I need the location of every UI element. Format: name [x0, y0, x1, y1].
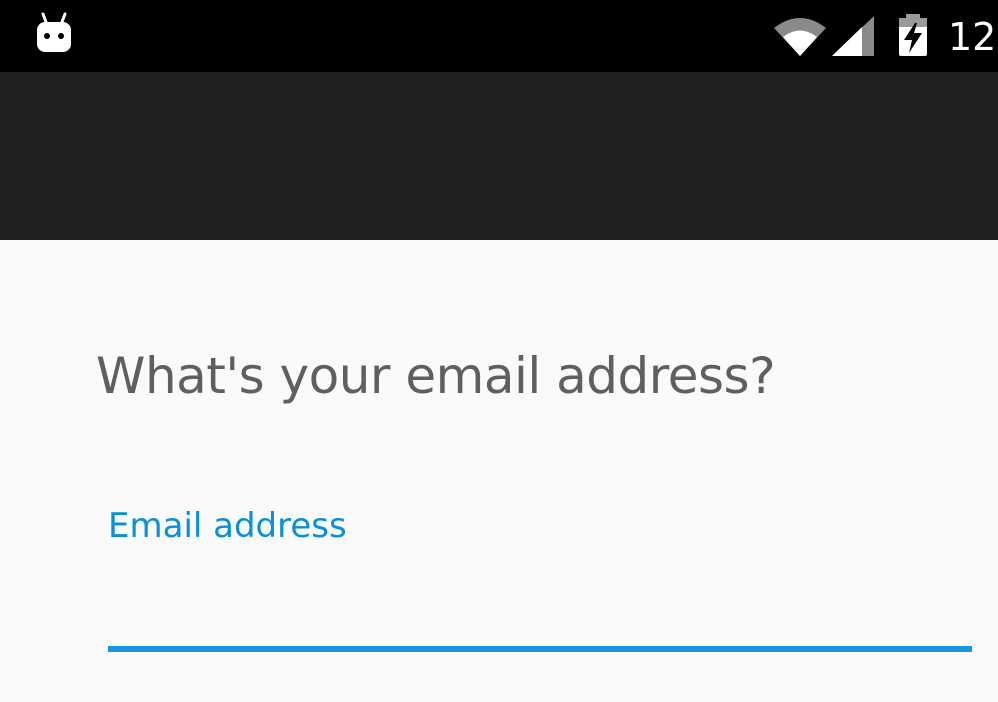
email-input[interactable] [108, 568, 972, 638]
battery-charging-icon [896, 12, 930, 58]
android-robot-icon [34, 12, 74, 54]
email-field[interactable]: Email address [108, 498, 972, 654]
email-field-underline [108, 646, 972, 652]
page-title: What's your email address? [96, 347, 776, 405]
app-bar [0, 72, 998, 240]
status-bar: 12 [0, 0, 998, 72]
content-area: What's your email address? Email address [0, 240, 998, 702]
wifi-icon [772, 14, 828, 58]
status-clock: 12 [948, 15, 997, 59]
email-field-label: Email address [108, 506, 347, 546]
cell-signal-icon [830, 14, 876, 58]
